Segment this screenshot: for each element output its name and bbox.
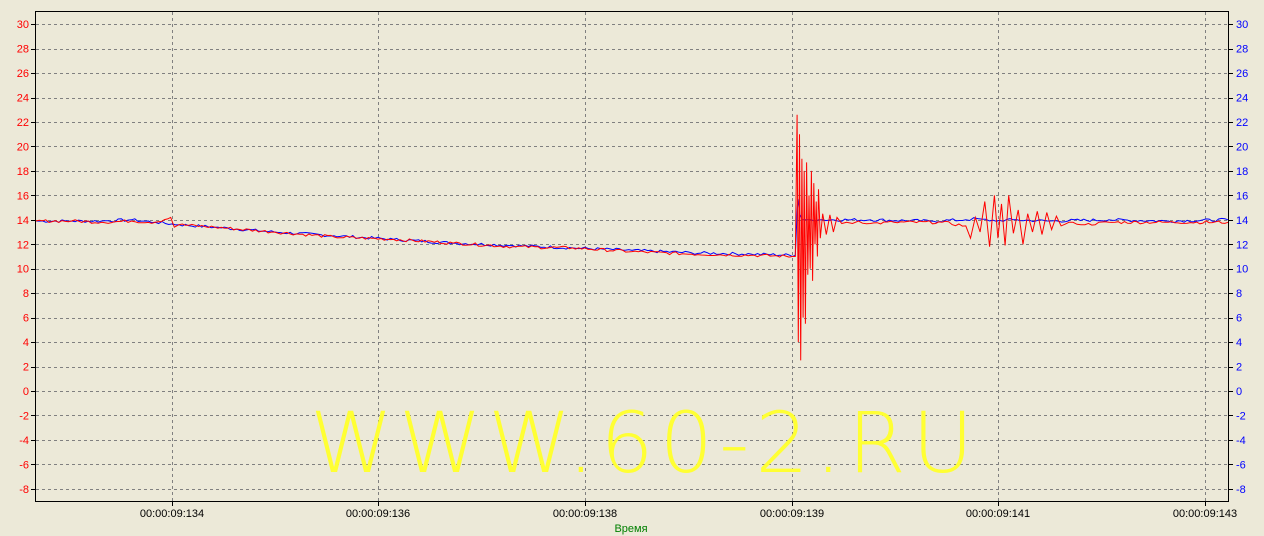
left-tick-label: 2 — [23, 362, 29, 374]
right-tick-label: 8 — [1236, 288, 1242, 300]
left-tick-label: 28 — [17, 44, 29, 56]
left-tick-label: -8 — [19, 484, 29, 496]
right-tick-label: 30 — [1236, 19, 1248, 31]
left-tick-label: 16 — [17, 190, 29, 202]
x-axis-label: Время — [614, 523, 647, 535]
left-tick-label: 18 — [17, 166, 29, 178]
right-tick-label: 4 — [1236, 337, 1242, 349]
left-tick-label: 14 — [17, 215, 29, 227]
right-tick-label: 0 — [1236, 386, 1242, 398]
x-tick-label: 00:00:09:143 — [1173, 508, 1237, 520]
left-tick-label: 22 — [17, 117, 29, 129]
left-tick-label: 6 — [23, 313, 29, 325]
right-tick-label: 12 — [1236, 239, 1248, 251]
right-tick-label: 24 — [1236, 93, 1248, 105]
left-tick-label: 0 — [23, 386, 29, 398]
left-tick-label: 26 — [17, 68, 29, 80]
right-tick-label: 14 — [1236, 215, 1248, 227]
left-tick-label: -2 — [19, 410, 29, 422]
x-tick-label: 00:00:09:141 — [966, 508, 1030, 520]
x-tick-label: 00:00:09:138 — [553, 508, 617, 520]
right-tick-label: 22 — [1236, 117, 1248, 129]
left-tick-label: 30 — [17, 19, 29, 31]
right-tick-label: 28 — [1236, 44, 1248, 56]
right-tick-label: 20 — [1236, 141, 1248, 153]
right-tick-label: -2 — [1236, 410, 1246, 422]
x-tick-label: 00:00:09:136 — [346, 508, 410, 520]
x-tick-label: 00:00:09:134 — [140, 508, 204, 520]
right-tick-label: 10 — [1236, 264, 1248, 276]
right-tick-label: 16 — [1236, 190, 1248, 202]
right-tick-label: -4 — [1236, 435, 1246, 447]
right-tick-label: -6 — [1236, 459, 1246, 471]
left-tick-label: 8 — [23, 288, 29, 300]
right-tick-label: 26 — [1236, 68, 1248, 80]
right-tick-label: 2 — [1236, 362, 1242, 374]
chart: -8-6-4-2024681012141618202224262830 -8-6… — [0, 0, 1264, 536]
left-tick-label: -4 — [19, 435, 29, 447]
left-tick-label: 10 — [17, 264, 29, 276]
x-tick-label: 00:00:09:139 — [760, 508, 824, 520]
right-tick-label: -8 — [1236, 484, 1246, 496]
left-tick-label: 20 — [17, 141, 29, 153]
left-tick-label: 24 — [17, 93, 29, 105]
right-tick-label: 18 — [1236, 166, 1248, 178]
right-tick-label: 6 — [1236, 313, 1242, 325]
left-tick-label: 4 — [23, 337, 29, 349]
left-tick-label: 12 — [17, 239, 29, 251]
watermark-text: WWW.60-2.RU — [310, 394, 979, 492]
left-tick-label: -6 — [19, 459, 29, 471]
